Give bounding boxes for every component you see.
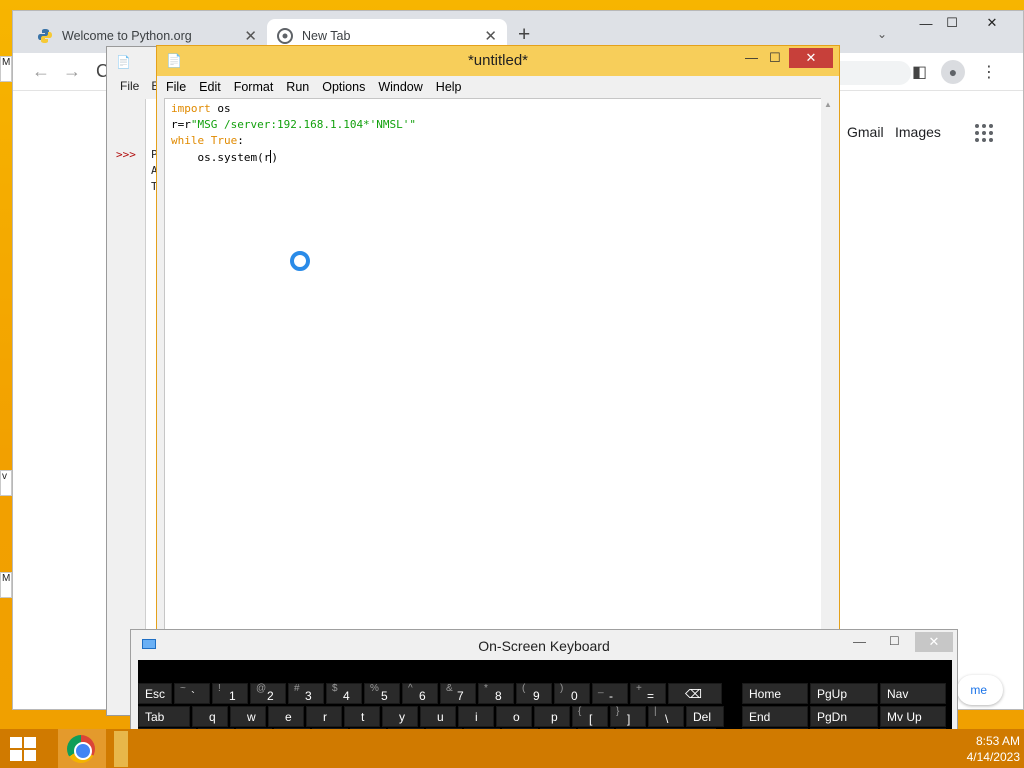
editor-minimize-button[interactable]: — [745, 50, 758, 65]
key-symbol[interactable]: _ - [592, 683, 628, 704]
key-tab[interactable]: Tab [138, 706, 190, 727]
desktop-window-edge: M [0, 56, 12, 82]
new-tab-button[interactable]: + [518, 24, 530, 45]
customize-chrome-button[interactable]: me [957, 675, 1003, 705]
side-panel-icon[interactable]: ◧ [912, 62, 927, 82]
key-p[interactable]: p [534, 706, 570, 727]
forward-arrow-icon[interactable]: → [63, 61, 81, 82]
menu-options[interactable]: Options [322, 80, 365, 94]
taskbar [0, 729, 1024, 768]
key-u[interactable]: u [420, 706, 456, 727]
key-end[interactable]: End [742, 705, 808, 727]
key-t[interactable]: t [344, 706, 380, 727]
key-esc[interactable]: Esc [138, 683, 172, 704]
back-arrow-icon[interactable]: ← [32, 61, 50, 82]
key-symbol[interactable]: }] [610, 706, 646, 727]
key-8[interactable]: * 8 [478, 683, 514, 704]
key-9[interactable]: (9 [516, 683, 552, 704]
key-symbol[interactable]: ~ ` [174, 683, 210, 704]
key-r[interactable]: r [306, 706, 342, 727]
close-tab-icon[interactable]: ✕ [244, 27, 257, 45]
osk-close-button[interactable]: ✕ [915, 632, 953, 652]
key-mv-up[interactable]: Mv Up [880, 705, 946, 727]
key-backspace[interactable]: ⌫ [668, 683, 722, 704]
desktop-window-edge: v [0, 470, 12, 496]
code-line-1: import os [171, 102, 231, 115]
address-bar[interactable] [829, 61, 911, 85]
key-nav[interactable]: Nav [880, 683, 946, 704]
profile-avatar-icon[interactable]: ● [941, 60, 965, 84]
menu-file[interactable]: File [166, 80, 186, 94]
key-symbol[interactable]: | \ [648, 706, 684, 727]
tab-title: Welcome to Python.org [62, 29, 192, 43]
menu-window[interactable]: Window [378, 80, 422, 94]
key-0[interactable]: ) 0 [554, 683, 590, 704]
key-symbol[interactable]: {[ [572, 706, 608, 727]
chrome-close-button[interactable]: ✕ [975, 11, 1009, 35]
key-o[interactable]: o [496, 706, 532, 727]
chrome-icon [277, 28, 293, 44]
editor-close-button[interactable]: ✕ [789, 48, 833, 68]
key-i[interactable]: i [458, 706, 494, 727]
key-symbol[interactable]: + = [630, 683, 666, 704]
osk-title-bar[interactable]: On-Screen Keyboard — ☐ ✕ [131, 630, 957, 660]
key-q[interactable]: q [192, 706, 228, 727]
close-tab-icon[interactable]: ✕ [484, 27, 497, 45]
tab-search-icon[interactable]: ⌄ [877, 27, 887, 41]
key-3[interactable]: #3 [288, 683, 324, 704]
code-line-3: while True: [171, 134, 244, 147]
key-y[interactable]: y [382, 706, 418, 727]
menu-format[interactable]: Format [234, 80, 274, 94]
osk-maximize-button[interactable]: ☐ [889, 634, 900, 648]
key-2[interactable]: @2 [250, 683, 286, 704]
code-line-4: os.system(r) [171, 150, 278, 164]
taskbar-app-button[interactable] [114, 731, 128, 767]
key-6[interactable]: ^ 6 [402, 683, 438, 704]
key-5[interactable]: % 5 [364, 683, 400, 704]
busy-cursor-icon [290, 251, 310, 271]
chrome-icon [67, 735, 95, 763]
osk-title: On-Screen Keyboard [478, 638, 610, 654]
gmail-link[interactable]: Gmail [847, 124, 884, 140]
idle-shell-icon: 📄 [116, 55, 131, 69]
clock-date: 4/14/2023 [966, 750, 1020, 764]
google-apps-icon[interactable] [975, 124, 993, 142]
menu-edit[interactable]: Edit [199, 80, 221, 94]
key-e[interactable]: e [268, 706, 304, 727]
editor-title-bar[interactable]: 📄 *untitled* — ☐ ✕ [157, 46, 839, 76]
editor-maximize-button[interactable]: ☐ [769, 50, 781, 66]
key-7[interactable]: & 7 [440, 683, 476, 704]
shell-menu-file[interactable]: File [120, 79, 139, 93]
tab-title: New Tab [302, 29, 351, 43]
chrome-maximize-button[interactable]: ☐ [935, 11, 969, 35]
desktop-window-edge: M [0, 572, 12, 598]
idle-editor-window: 📄 *untitled* — ☐ ✕ File Edit Format Run … [156, 45, 840, 645]
code-editor-text-area[interactable]: import os r=r"MSG /server:192.168.1.104*… [164, 98, 824, 644]
key-4[interactable]: $4 [326, 683, 362, 704]
key-pgdn[interactable]: PgDn [810, 705, 878, 727]
editor-title: *untitled* [467, 52, 529, 69]
osk-minimize-button[interactable]: — [853, 634, 866, 649]
key-home[interactable]: Home [742, 683, 808, 704]
key-w[interactable]: w [230, 706, 266, 727]
key-1[interactable]: ! 1 [212, 683, 248, 704]
images-link[interactable]: Images [895, 124, 941, 140]
clock-time: 8:53 AM [975, 734, 1020, 748]
menu-help[interactable]: Help [436, 80, 462, 94]
code-line-2: r=r"MSG /server:192.168.1.104*'NMSL'" [171, 118, 417, 131]
shell-prompt: >>> [116, 148, 136, 161]
key-pgup[interactable]: PgUp [810, 683, 878, 704]
system-clock[interactable]: 8:53 AM 4/14/2023 [956, 733, 1024, 765]
scroll-up-arrow-icon[interactable]: ▲ [824, 100, 832, 109]
windows-start-icon[interactable] [10, 737, 38, 761]
menu-run[interactable]: Run [286, 80, 309, 94]
key-del[interactable]: Del [686, 706, 724, 727]
python-icon [37, 28, 53, 44]
editor-menubar: File Edit Format Run Options Window Help [157, 76, 839, 98]
editor-vertical-scrollbar[interactable]: ▲ [821, 98, 835, 644]
chrome-menu-icon[interactable]: ⋮ [981, 62, 997, 82]
